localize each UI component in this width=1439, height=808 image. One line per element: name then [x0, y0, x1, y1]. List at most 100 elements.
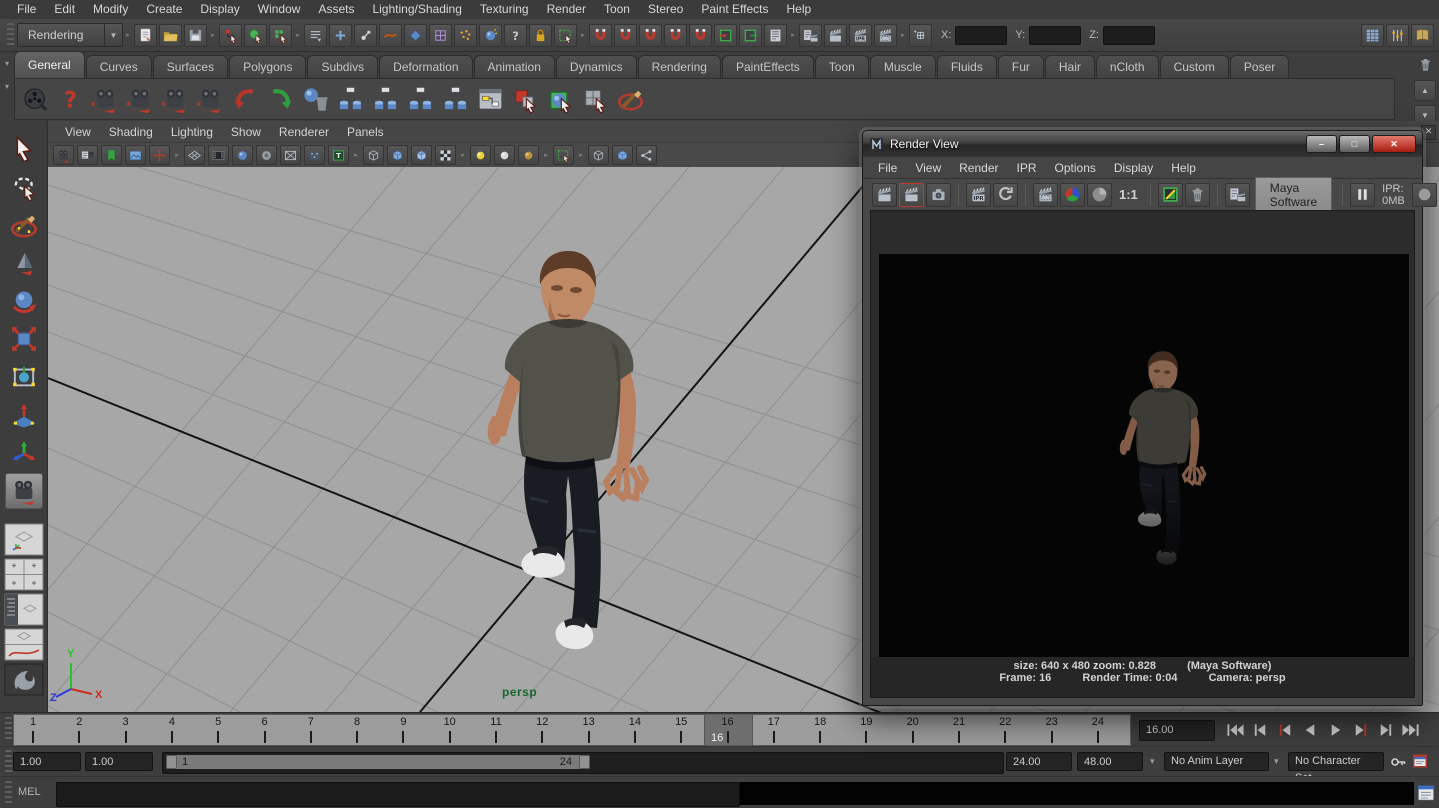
toolbar-separator[interactable]: ▸: [208, 22, 218, 48]
layout-hypershade-icon[interactable]: [4, 663, 44, 696]
snap-projected-center-icon[interactable]: [664, 24, 687, 47]
smooth-shade-icon[interactable]: [387, 145, 408, 165]
range-slider-drag-handle[interactable]: [5, 750, 12, 774]
redo-previous-render-icon[interactable]: [899, 183, 924, 207]
show-tool-settings-icon[interactable]: [1386, 24, 1409, 47]
input-connections-icon[interactable]: [714, 24, 737, 47]
delete-history-icon[interactable]: [299, 83, 332, 116]
menu-paint-effects[interactable]: Paint Effects: [692, 0, 777, 19]
keep-image-icon[interactable]: [1158, 183, 1183, 207]
command-input[interactable]: [56, 782, 740, 807]
snap-view-plane-icon[interactable]: [689, 24, 712, 47]
camera-attributes-icon[interactable]: [77, 145, 98, 165]
menu-display[interactable]: Display: [191, 0, 248, 19]
menu-file[interactable]: File: [8, 0, 45, 19]
wireframe-icon[interactable]: [363, 145, 384, 165]
redo-arrow-icon[interactable]: [264, 83, 297, 116]
use-all-lights-icon[interactable]: [435, 145, 456, 165]
pause-ipr-icon[interactable]: [1350, 183, 1375, 207]
mask-misc-icon[interactable]: ?: [504, 24, 527, 47]
camera-roll-icon[interactable]: [124, 83, 157, 116]
paint-selection-icon[interactable]: [5, 207, 43, 243]
gate-mask-icon[interactable]: [256, 145, 277, 165]
mask-rendering-icon[interactable]: [479, 24, 502, 47]
render-view-menu-view[interactable]: View: [906, 161, 950, 175]
show-channel-box-icon[interactable]: [1361, 24, 1384, 47]
two-d-pan-zoom-icon[interactable]: [149, 145, 170, 165]
isolate-select-icon[interactable]: [553, 145, 574, 165]
safe-action-icon[interactable]: [304, 145, 325, 165]
panel-menu-show[interactable]: Show: [222, 125, 270, 139]
new-scene-icon[interactable]: [134, 24, 157, 47]
go-to-start-icon[interactable]: [1223, 719, 1248, 742]
select-by-name-icon[interactable]: [909, 24, 932, 47]
toolbar-separator[interactable]: ▸: [123, 22, 133, 48]
move-tool-icon[interactable]: [5, 245, 43, 281]
menu-set-dropdown-icon[interactable]: ▼: [104, 24, 122, 46]
menu-toon[interactable]: Toon: [595, 0, 639, 19]
shelf-tab-curves[interactable]: Curves: [86, 55, 152, 78]
character-set-selector[interactable]: No Character Set: [1288, 752, 1384, 771]
scene-reel-icon[interactable]: [19, 83, 52, 116]
close-button[interactable]: ✕: [1372, 135, 1416, 153]
open-render-settings-icon[interactable]: [1225, 183, 1250, 207]
range-slider-track[interactable]: 1 24: [162, 752, 1004, 774]
play-backwards-icon[interactable]: [1298, 719, 1323, 742]
ambient-light-icon[interactable]: [494, 145, 515, 165]
mask-deformations-icon[interactable]: [429, 24, 452, 47]
hypergraph-node-icon[interactable]: [334, 83, 367, 116]
menu-set-selector[interactable]: Rendering▼: [17, 23, 123, 47]
ipr-status-icon[interactable]: [1412, 183, 1437, 207]
playback-end-field[interactable]: [1006, 752, 1072, 771]
mask-dynamics-icon[interactable]: [454, 24, 477, 47]
render-view-menu-render[interactable]: Render: [950, 161, 1007, 175]
rgb-channels-icon[interactable]: [1060, 183, 1085, 207]
mask-surfaces-icon[interactable]: [404, 24, 427, 47]
range-end-handle[interactable]: [579, 755, 590, 769]
character-set-dropdown-icon[interactable]: ▾: [1274, 756, 1279, 767]
shelf-tab-toon[interactable]: Toon: [815, 55, 869, 78]
menu-help[interactable]: Help: [778, 0, 821, 19]
panel-menu-renderer[interactable]: Renderer: [270, 125, 338, 139]
shelf-tab-polygons[interactable]: Polygons: [229, 55, 306, 78]
snap-grid-icon[interactable]: [589, 24, 612, 47]
panel-menu-lighting[interactable]: Lighting: [162, 125, 222, 139]
render-settings-icon[interactable]: [874, 24, 897, 47]
command-language-toggle[interactable]: MEL: [18, 786, 41, 798]
shelf-tab-custom[interactable]: Custom: [1160, 55, 1229, 78]
film-gate-icon[interactable]: [208, 145, 229, 165]
shelf-tab-subdivs[interactable]: Subdivs: [307, 55, 378, 78]
animation-end-field[interactable]: [1077, 752, 1143, 771]
play-forwards-icon[interactable]: [1323, 719, 1348, 742]
shelf-tab-surfaces[interactable]: Surfaces: [153, 55, 228, 78]
shelf-tab-poser[interactable]: Poser: [1230, 55, 1289, 78]
time-slider-drag-handle[interactable]: [5, 717, 12, 741]
anim-layer-selector[interactable]: No Anim Layer: [1164, 752, 1269, 771]
lock-selection-icon[interactable]: [529, 24, 552, 47]
undo-arrow-icon[interactable]: [229, 83, 262, 116]
alpha-channel-icon[interactable]: [1087, 183, 1112, 207]
remove-image-icon[interactable]: [1185, 183, 1210, 207]
backface-culling-icon[interactable]: [612, 145, 633, 165]
toolbar-separator[interactable]: ▸: [293, 22, 303, 48]
shelf-tab-fur[interactable]: Fur: [998, 55, 1044, 78]
lasso-select-icon[interactable]: [5, 169, 43, 205]
shelf-tab-animation[interactable]: Animation: [474, 55, 555, 78]
safe-title-icon[interactable]: T: [328, 145, 349, 165]
layout-single-pane-icon[interactable]: [4, 523, 44, 556]
current-time-field[interactable]: [1139, 720, 1215, 741]
field-chart-icon[interactable]: [280, 145, 301, 165]
image-plane-icon[interactable]: [125, 145, 146, 165]
anim-layer-dropdown-icon[interactable]: ▾: [1150, 756, 1155, 767]
delete-shelf-trash-icon[interactable]: [1414, 53, 1437, 76]
geometry-select-icon[interactable]: [544, 83, 577, 116]
ipr-region-render-icon[interactable]: [1033, 183, 1058, 207]
save-scene-icon[interactable]: [184, 24, 207, 47]
shelf-tab-painteffects[interactable]: PaintEffects: [722, 55, 814, 78]
go-to-end-icon[interactable]: [1398, 719, 1423, 742]
resolution-gate-icon[interactable]: [232, 145, 253, 165]
actual-size-button[interactable]: 1:1: [1119, 187, 1138, 202]
highlight-selection-icon[interactable]: [554, 24, 577, 47]
animation-start-field[interactable]: [13, 752, 81, 771]
z-coordinate-field[interactable]: [1103, 26, 1155, 45]
